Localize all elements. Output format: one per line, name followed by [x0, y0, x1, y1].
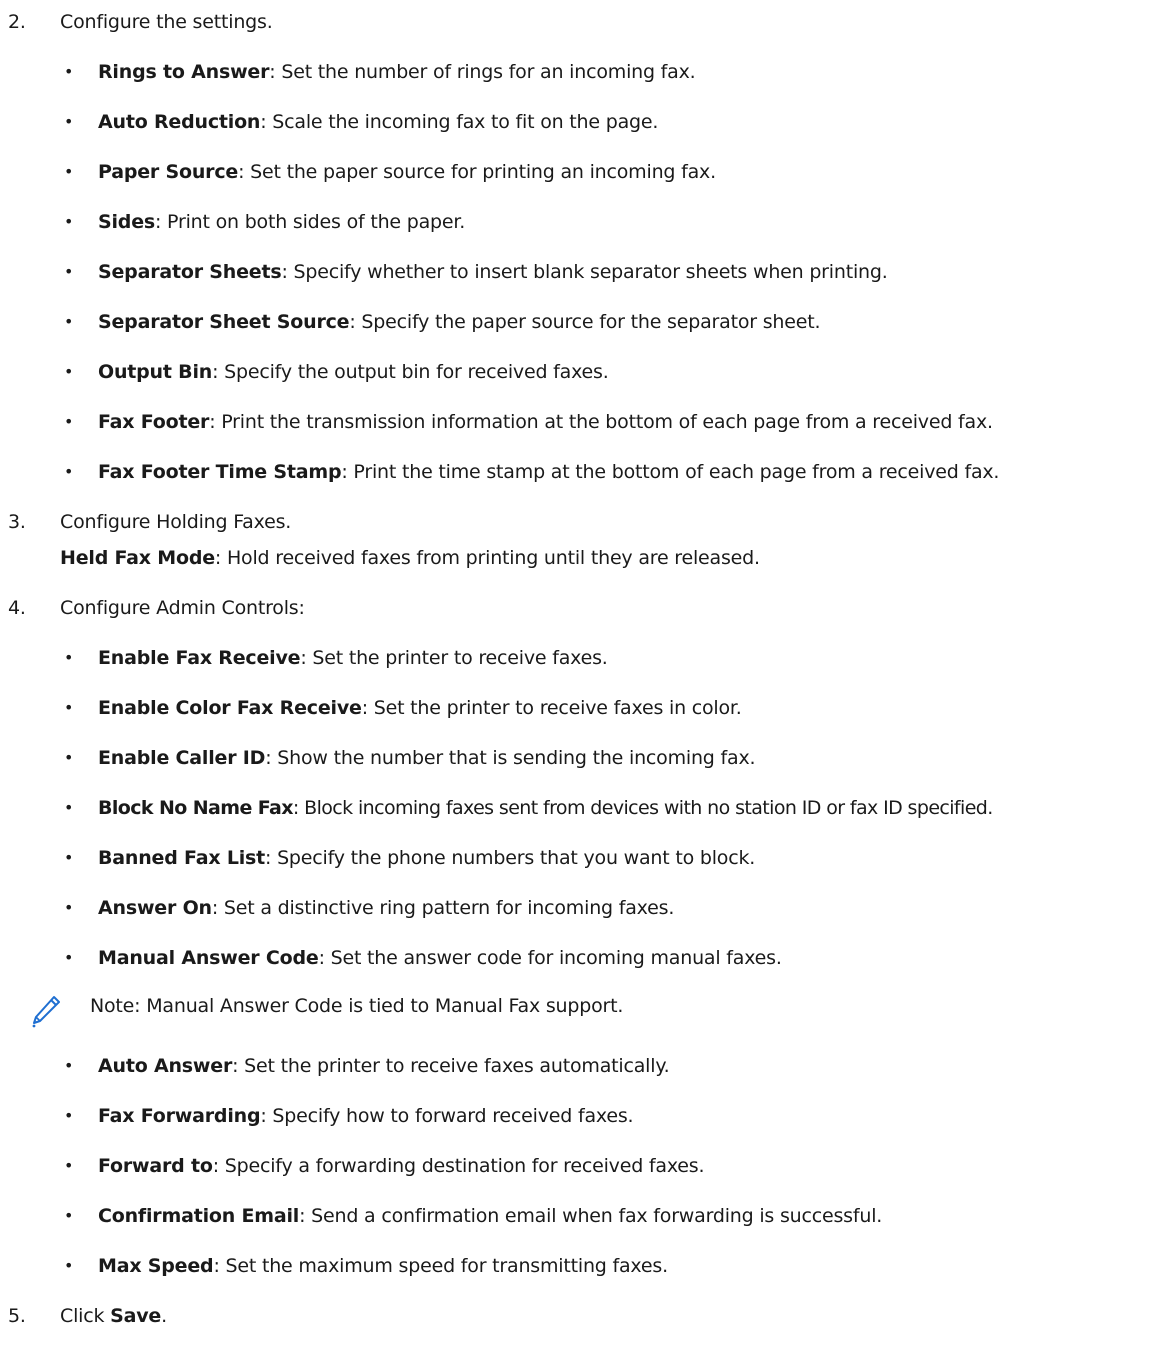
setting-term: Manual Answer Code	[98, 947, 319, 969]
bullet-icon: •	[64, 412, 74, 431]
setting-term: Held Fax Mode	[60, 547, 215, 569]
bullet-icon: •	[64, 362, 74, 381]
note-text: Note: Manual Answer Code is tied to Manu…	[90, 995, 624, 1017]
bullet-icon: •	[64, 462, 74, 481]
step-number: 4.	[8, 597, 26, 619]
step-text-end: .	[161, 1305, 167, 1327]
setting-term: Confirmation Email	[98, 1205, 300, 1227]
setting-desc: : Set the maximum speed for transmitting…	[213, 1255, 668, 1277]
setting-term: Enable Color Fax Receive	[98, 697, 362, 719]
bullet-icon: •	[64, 162, 74, 181]
setting-desc: : Set a distinctive ring pattern for inc…	[211, 897, 675, 919]
step-number: 3.	[8, 511, 26, 533]
setting-term: Fax Footer Time Stamp	[98, 461, 342, 483]
bullet-icon: •	[64, 648, 74, 667]
step-text: Click	[60, 1305, 111, 1327]
pencil-note-icon	[32, 996, 60, 1028]
setting-desc: : Set the number of rings for an incomin…	[269, 61, 696, 83]
setting-term: Paper Source	[98, 161, 239, 183]
bullet-icon: •	[64, 798, 74, 817]
setting-term: Auto Answer	[98, 1055, 233, 1077]
setting-desc: : Specify the paper source for the separ…	[349, 311, 821, 333]
bullet-icon: •	[64, 112, 74, 131]
setting-term: Enable Fax Receive	[98, 647, 301, 669]
bullet-icon: •	[64, 1206, 74, 1225]
step-text: Configure Holding Faxes.	[60, 511, 292, 533]
setting-term: Sides	[98, 211, 155, 233]
setting-desc: : Specify the phone numbers that you wan…	[265, 847, 756, 869]
setting-desc: : Print the time stamp at the bottom of …	[341, 461, 1000, 483]
setting-desc: : Specify the output bin for received fa…	[212, 361, 609, 383]
step-text: Configure Admin Controls:	[60, 597, 305, 619]
setting-term: Auto Reduction	[98, 111, 261, 133]
bullet-icon: •	[64, 1156, 74, 1175]
setting-desc: : Set the answer code for incoming manua…	[318, 947, 782, 969]
setting-desc: : Print the transmission information at …	[209, 411, 993, 433]
bullet-icon: •	[64, 1106, 74, 1125]
bullet-icon: •	[64, 748, 74, 767]
setting-desc: : Specify a forwarding destination for r…	[212, 1155, 705, 1177]
setting-desc: : Show the number that is sending the in…	[265, 747, 756, 769]
step-number: 5.	[8, 1305, 26, 1327]
setting-term: Banned Fax List	[98, 847, 266, 869]
save-term: Save	[110, 1305, 162, 1327]
setting-term: Fax Forwarding	[98, 1105, 261, 1127]
setting-desc: : Send a confirmation email when fax for…	[299, 1205, 883, 1227]
setting-term: Fax Footer	[98, 411, 210, 433]
setting-term: Forward to	[98, 1155, 213, 1177]
bullet-icon: •	[64, 898, 74, 917]
setting-desc: : Set the paper source for printing an i…	[238, 161, 716, 183]
bullet-icon: •	[64, 698, 74, 717]
setting-term: Enable Caller ID	[98, 747, 266, 769]
bullet-icon: •	[64, 262, 74, 281]
bullet-icon: •	[64, 1056, 74, 1075]
setting-term: Block No Name Fax	[98, 797, 294, 819]
bullet-icon: •	[64, 312, 74, 331]
setting-desc: : Hold received faxes from printing unti…	[214, 547, 760, 569]
setting-desc: : Set the printer to receive faxes in co…	[361, 697, 742, 719]
bullet-icon: •	[64, 848, 74, 867]
document-page: 2. Configure the settings. • Rings to An…	[0, 0, 1169, 1345]
setting-term: Rings to Answer	[98, 61, 270, 83]
bullet-icon: •	[64, 62, 74, 81]
step-text: Configure the settings.	[60, 11, 273, 33]
setting-term: Separator Sheets	[98, 261, 282, 283]
setting-desc: : Set the printer to receive faxes.	[300, 647, 608, 669]
step-number: 2.	[8, 11, 26, 33]
setting-desc: : Specify how to forward received faxes.	[260, 1105, 634, 1127]
setting-term: Separator Sheet Source	[98, 311, 350, 333]
bullet-icon: •	[64, 1256, 74, 1275]
bullet-icon: •	[64, 948, 74, 967]
setting-term: Max Speed	[98, 1255, 214, 1277]
setting-desc: : Block incoming faxes sent from devices…	[292, 797, 993, 819]
setting-desc: : Scale the incoming fax to fit on the p…	[260, 111, 659, 133]
setting-desc: : Print on both sides of the paper.	[155, 211, 466, 233]
setting-desc: : Specify whether to insert blank separa…	[281, 261, 888, 283]
setting-term: Output Bin	[98, 361, 213, 383]
setting-term: Answer On	[98, 897, 212, 919]
setting-desc: : Set the printer to receive faxes autom…	[232, 1055, 670, 1077]
bullet-icon: •	[64, 212, 74, 231]
